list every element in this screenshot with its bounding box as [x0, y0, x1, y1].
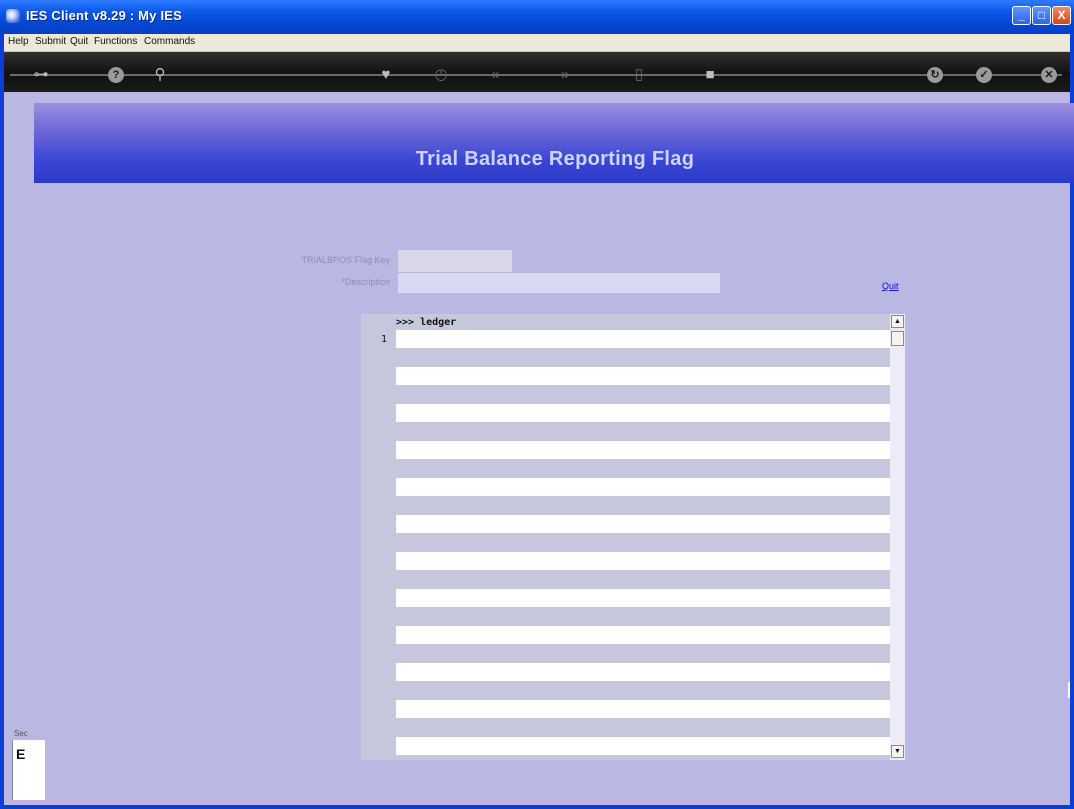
toolbar: ⊶ ? ⚲ ♥ ◷ « » ▯ ■ ↻ ✓ ✕: [4, 52, 1070, 92]
grid-header-text: >>> ledger: [396, 317, 457, 328]
grid-header: >>> ledger: [396, 314, 890, 330]
flag-key-label: TRIALBPOS Flag Key: [301, 255, 390, 265]
close-window-button[interactable]: X: [1052, 6, 1071, 25]
scroll-up-button[interactable]: ▲: [891, 315, 904, 328]
grid-row[interactable]: [396, 589, 890, 607]
scroll-down-button[interactable]: ▼: [891, 745, 904, 758]
row-number: 1: [381, 334, 388, 345]
menu-commands[interactable]: Commands: [144, 36, 195, 47]
clock-icon[interactable]: ◷: [430, 64, 452, 86]
minimize-button[interactable]: _: [1012, 6, 1031, 25]
grid-row[interactable]: [396, 737, 890, 755]
app-window: IES Client v8.29 : My IES _ □ X Help Sub…: [0, 0, 1074, 809]
close-icon[interactable]: ✕: [1041, 67, 1057, 83]
app-icon: [6, 9, 20, 23]
row-number-gutter: 1: [361, 314, 396, 760]
scroll-thumb[interactable]: [891, 331, 904, 346]
help-icon[interactable]: ?: [108, 67, 124, 83]
ok-icon[interactable]: ✓: [976, 67, 992, 83]
side-panel-letter: E: [16, 746, 26, 762]
grid-row[interactable]: [396, 330, 890, 348]
grid-row[interactable]: [396, 404, 890, 422]
grid-row[interactable]: [396, 367, 890, 385]
back-icon[interactable]: «: [484, 64, 506, 86]
page-icon[interactable]: ▯: [628, 64, 650, 86]
page-banner: Trial Balance Reporting Flag: [34, 103, 1074, 183]
client-area: Trial Balance Reporting Flag TRIALBPOS F…: [4, 92, 1074, 805]
forward-icon[interactable]: »: [554, 64, 576, 86]
heart-icon[interactable]: ♥: [375, 64, 397, 86]
menu-submit[interactable]: Submit: [35, 36, 66, 47]
menu-quit[interactable]: Quit: [70, 36, 88, 47]
grid-row[interactable]: [396, 552, 890, 570]
grid-row[interactable]: [396, 515, 890, 533]
edge-marker: [1068, 682, 1070, 698]
maximize-button[interactable]: □: [1032, 6, 1051, 25]
description-label: *Description: [341, 277, 390, 287]
side-panel-text: Sec: [14, 729, 28, 738]
grid-row[interactable]: [396, 478, 890, 496]
refresh-icon[interactable]: ↻: [927, 67, 943, 83]
search-icon[interactable]: ⚲: [149, 64, 171, 86]
flag-key-input[interactable]: [398, 250, 512, 272]
description-input[interactable]: [398, 273, 720, 293]
grid-row[interactable]: [396, 441, 890, 459]
ledger-grid: 1 >>> ledger ▲ ▼: [361, 314, 905, 760]
page-title: Trial Balance Reporting Flag: [415, 148, 695, 170]
grid-row[interactable]: [396, 663, 890, 681]
grid-row[interactable]: [396, 626, 890, 644]
stop-icon[interactable]: ■: [699, 64, 721, 86]
menu-bar: Help Submit Quit Functions Commands: [4, 34, 1070, 52]
menu-help[interactable]: Help: [8, 36, 29, 47]
title-bar: IES Client v8.29 : My IES _ □ X: [0, 0, 1074, 34]
grid-scrollbar[interactable]: ▲ ▼: [890, 314, 905, 760]
key-icon[interactable]: ⊶: [30, 64, 52, 86]
menu-functions[interactable]: Functions: [94, 36, 137, 47]
quit-link[interactable]: Quit: [882, 281, 899, 291]
grid-row[interactable]: [396, 700, 890, 718]
window-title: IES Client v8.29 : My IES: [26, 8, 182, 23]
grid-rows: [396, 330, 890, 760]
